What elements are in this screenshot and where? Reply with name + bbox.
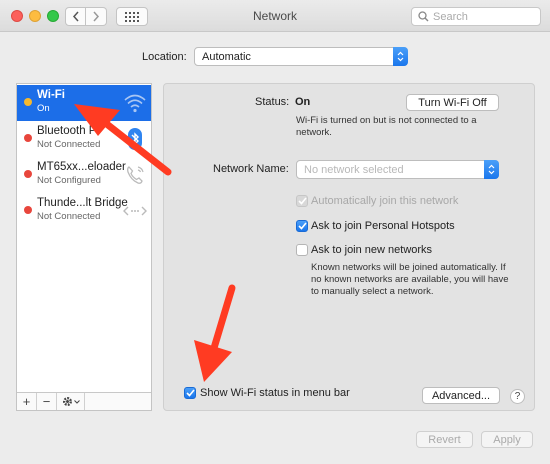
title-bar: Network — [0, 0, 550, 32]
turn-wifi-off-button[interactable]: Turn Wi-Fi Off — [406, 94, 499, 111]
checkmark-icon — [185, 389, 195, 397]
ask-new-networks-checkbox[interactable] — [296, 244, 308, 256]
network-name-label: Network Name: — [213, 163, 289, 175]
status-label: Status: — [255, 96, 290, 108]
service-status: Not Connected — [37, 211, 101, 222]
annotation-arrow-show-status — [194, 284, 236, 382]
ask-hotspots-label: Ask to join Personal Hotspots — [311, 220, 455, 232]
service-item-thunderbolt-bridge[interactable]: Thunde...lt Bridge Not Connected — [17, 193, 151, 229]
updown-chevron-icon — [484, 160, 499, 179]
network-name-value: No network selected — [304, 163, 404, 176]
service-list-toolbar: + − — [17, 392, 151, 410]
search-input[interactable] — [433, 10, 533, 23]
service-name: Thunde...lt Bridge — [37, 197, 128, 209]
add-service-button[interactable]: + — [17, 393, 37, 410]
auto-join-checkbox[interactable] — [296, 195, 308, 207]
show-wifi-status-label: Show Wi-Fi status in menu bar — [200, 387, 350, 399]
search-field[interactable] — [411, 7, 541, 26]
status-dot — [24, 98, 32, 106]
service-actions-menu[interactable] — [57, 393, 85, 410]
gear-icon — [62, 397, 72, 406]
apply-button[interactable]: Apply — [481, 431, 533, 448]
thunderbolt-bridge-icon — [123, 206, 147, 216]
chevron-down-icon — [73, 399, 80, 404]
advanced-button[interactable]: Advanced... — [422, 387, 500, 404]
show-wifi-status-checkbox[interactable] — [184, 387, 196, 399]
status-value: On — [295, 96, 311, 108]
auto-join-label: Automatically join this network — [311, 195, 459, 207]
revert-button[interactable]: Revert — [416, 431, 473, 448]
checkmark-icon — [297, 222, 307, 230]
ask-new-networks-label: Ask to join new networks — [311, 244, 433, 256]
status-dot — [24, 206, 32, 214]
status-description: Wi-Fi is turned on but is not connected … — [296, 115, 477, 138]
ask-new-networks-description: Known networks will be joined automatica… — [311, 262, 509, 297]
remove-service-button[interactable]: − — [37, 393, 57, 410]
location-label: Location: — [142, 51, 187, 63]
service-status: On — [37, 103, 50, 114]
checkmark-icon — [297, 197, 307, 205]
status-dot — [24, 170, 32, 178]
annotation-arrow-wifi — [74, 104, 172, 176]
ask-hotspots-checkbox[interactable] — [296, 220, 308, 232]
location-select[interactable]: Automatic — [194, 47, 408, 66]
help-button[interactable]: ? — [510, 389, 525, 404]
network-name-select[interactable]: No network selected — [296, 160, 499, 179]
updown-chevron-icon — [393, 47, 408, 66]
network-preferences-window: Network Location: Automatic Wi-Fi On — [0, 0, 550, 464]
location-value: Automatic — [202, 50, 251, 63]
search-icon — [418, 11, 429, 22]
status-dot — [24, 134, 32, 142]
